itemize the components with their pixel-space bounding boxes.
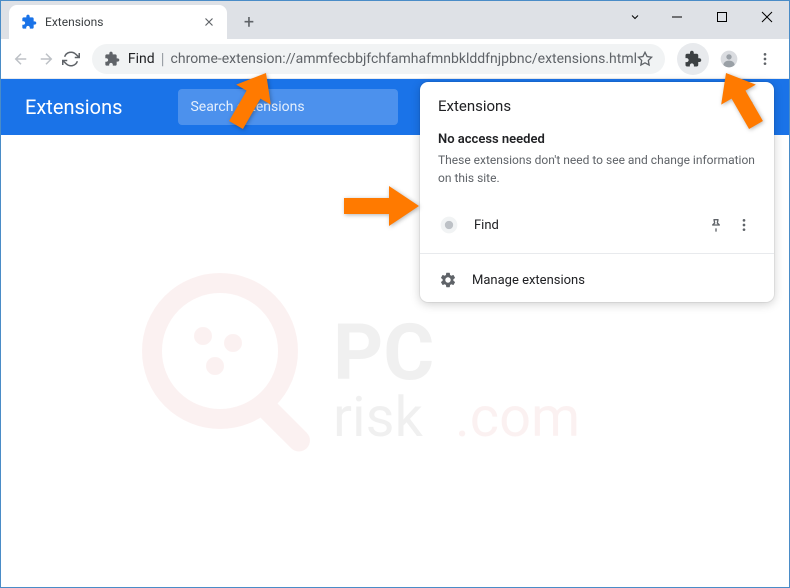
maximize-button[interactable]: [699, 1, 744, 33]
extension-row[interactable]: Find: [420, 201, 774, 249]
section-description: These extensions don't need to see and c…: [438, 151, 756, 187]
toolbar: Find | chrome-extension://ammfecbbjfchfa…: [1, 39, 789, 79]
search-input[interactable]: Search extensions: [178, 89, 398, 125]
new-tab-button[interactable]: +: [235, 8, 263, 36]
omnibox-url: chrome-extension://ammfecbbjfchfamhafmnb…: [171, 51, 637, 67]
popup-title: Extensions: [438, 97, 738, 115]
close-icon[interactable]: [201, 14, 217, 30]
extension-icon: [104, 51, 120, 67]
close-icon[interactable]: [738, 96, 758, 116]
close-button[interactable]: [744, 1, 789, 33]
minimize-button[interactable]: [654, 1, 699, 33]
section-title: No access needed: [438, 132, 756, 147]
extensions-popup: Extensions No access needed These extens…: [420, 82, 774, 302]
window-controls: [616, 1, 789, 33]
popup-section: No access needed These extensions don't …: [420, 124, 774, 201]
more-icon[interactable]: [730, 211, 758, 239]
profile-button[interactable]: [713, 43, 745, 75]
svg-text:risk: risk: [333, 384, 423, 450]
separator: |: [161, 49, 165, 68]
menu-button[interactable]: [749, 43, 781, 75]
reload-button[interactable]: [59, 43, 84, 75]
search-placeholder: Search extensions: [190, 99, 304, 115]
bookmark-icon[interactable]: [637, 51, 653, 67]
address-bar[interactable]: Find | chrome-extension://ammfecbbjfchfa…: [92, 44, 665, 74]
extension-name: Find: [474, 218, 702, 233]
forward-button[interactable]: [34, 43, 59, 75]
browser-tab[interactable]: Extensions: [9, 5, 227, 39]
page-title: Extensions: [25, 95, 122, 119]
svg-text:PC: PC: [333, 308, 434, 399]
tab-title: Extensions: [45, 15, 201, 29]
chevron-down-icon[interactable]: [616, 1, 654, 33]
extension-icon: [21, 14, 37, 30]
pin-icon[interactable]: [702, 211, 730, 239]
extension-item-icon: [438, 214, 460, 236]
extensions-button[interactable]: [677, 43, 709, 75]
svg-text:.com: .com: [455, 384, 580, 450]
divider: [420, 253, 774, 254]
popup-header: Extensions: [420, 82, 774, 124]
omnibox-label: Find: [128, 51, 155, 67]
manage-extensions-button[interactable]: Manage extensions: [420, 258, 774, 302]
content-area: Extensions Search extensions PC risk .co…: [1, 79, 789, 587]
titlebar: Extensions +: [1, 1, 789, 39]
back-button[interactable]: [9, 43, 34, 75]
gear-icon: [438, 270, 458, 290]
manage-label: Manage extensions: [472, 273, 585, 288]
